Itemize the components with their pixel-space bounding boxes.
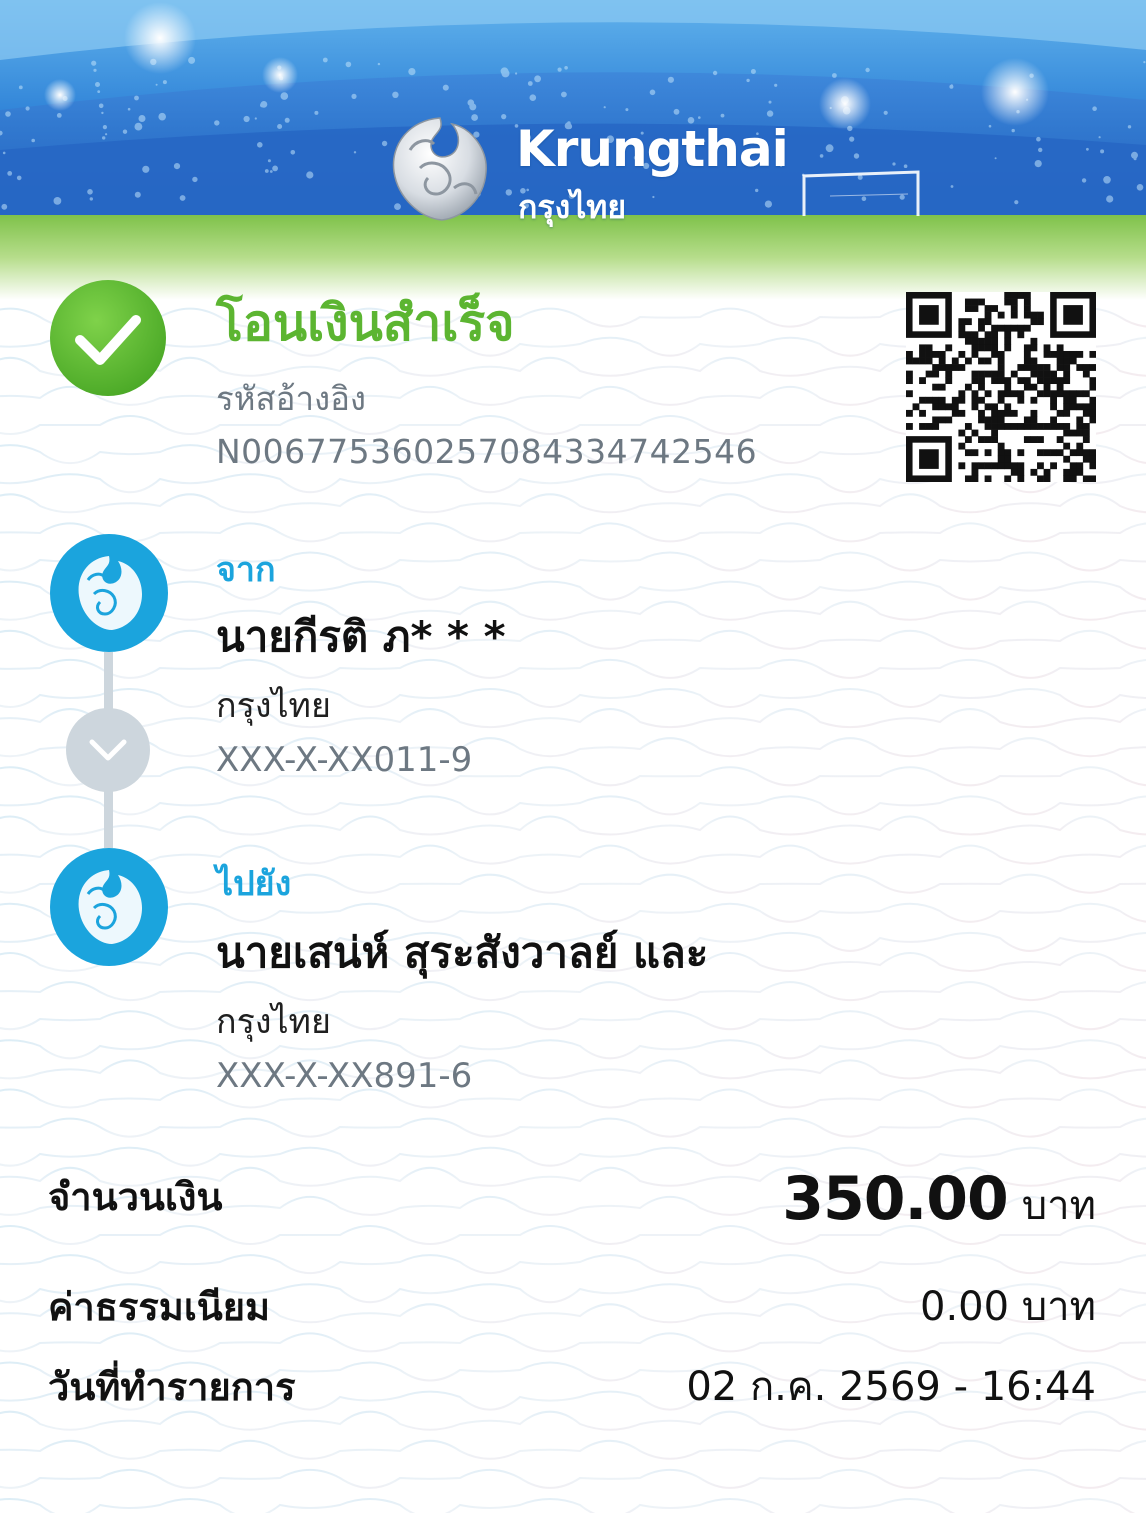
recipient-name: นายเสน่ห์ สุระสังวาลย์ และ — [216, 928, 709, 977]
sender-bank: กรุงไทย — [216, 686, 331, 726]
qr-code-icon[interactable] — [906, 292, 1096, 482]
chevron-down-icon — [66, 708, 150, 792]
reference-number: N006775360257084334742546 — [216, 432, 758, 471]
from-label: จาก — [216, 550, 276, 590]
amount-label: จำนวนเงิน — [48, 1175, 223, 1219]
status-title: โอนเงินสำเร็จ — [216, 294, 515, 352]
from-bank-icon — [50, 534, 168, 652]
transaction-date: 02 ก.ค. 2569 - 16:44 — [686, 1364, 1096, 1410]
amount-value: 350.00 บาท — [782, 1164, 1096, 1237]
header-banner: Krungthai กรุงไทย — [0, 0, 1146, 300]
fee-label: ค่าธรรมเนียม — [48, 1285, 271, 1329]
reference-label: รหัสอ้างอิง — [216, 379, 367, 418]
krungthai-bird-icon — [392, 117, 487, 221]
sender-name: นายกีรติ ภ* * * — [216, 612, 506, 661]
krungthai-logo: Krungthai กรุงไทย — [380, 110, 789, 230]
to-bank-icon — [50, 848, 168, 966]
sender-account: XXX-X-XX011-9 — [216, 740, 473, 780]
recipient-bank: กรุงไทย — [216, 1002, 331, 1042]
to-label: ไปยัง — [216, 864, 292, 904]
amount-unit: บาท — [1021, 1183, 1096, 1229]
brand-name-english: Krungthai — [516, 120, 789, 178]
check-circle-icon — [50, 280, 166, 396]
brand-name-thai: กรุงไทย — [518, 188, 627, 226]
transfer-slip: Krungthai กรุงไทย โอนเงินสำเร็จ รหัสอ้าง… — [0, 0, 1146, 1513]
recipient-account: XXX-X-XX891-6 — [216, 1056, 473, 1096]
date-label: วันที่ทำรายการ — [48, 1365, 296, 1409]
fee-value: 0.00 บาท — [920, 1284, 1096, 1330]
amount-number: 350.00 — [782, 1164, 1009, 1234]
